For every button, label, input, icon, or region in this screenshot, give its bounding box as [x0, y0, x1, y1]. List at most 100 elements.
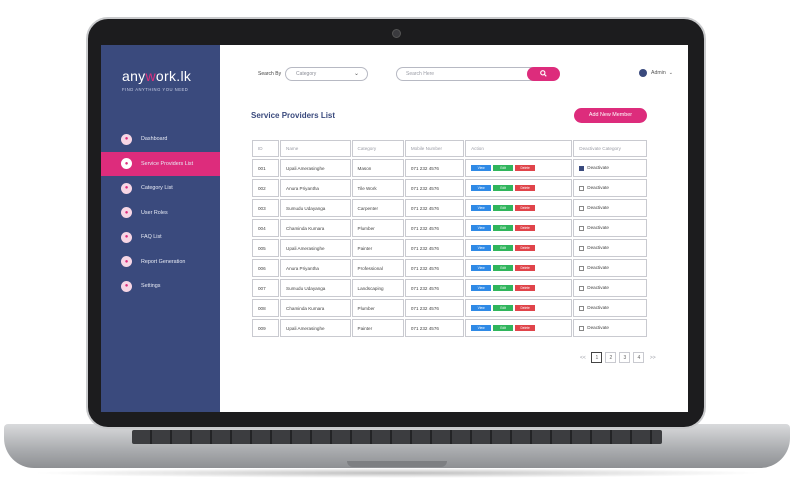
- view-button[interactable]: View: [471, 225, 492, 231]
- delete-button[interactable]: Delete: [515, 285, 536, 291]
- service-providers-icon: ●: [121, 158, 132, 170]
- column-header: Deactivate Category: [573, 140, 647, 157]
- sidebar-item-report-generation[interactable]: ● Report Generation: [101, 250, 220, 275]
- deactivate-checkbox[interactable]: [579, 325, 585, 331]
- topbar: Search By Category ⌄ Search Here Admin ⌄: [220, 45, 688, 103]
- cell-id: 004: [252, 219, 280, 237]
- edit-button[interactable]: Edit: [493, 185, 514, 191]
- cell-id: 003: [252, 199, 280, 217]
- deactivate-checkbox[interactable]: [579, 305, 585, 311]
- table-row: 004 Chaminda Kumara Plumber 071 232 4576 Vie…: [252, 219, 647, 237]
- column-header: Name: [280, 140, 351, 157]
- deactivate-label: Deactivate: [587, 225, 609, 231]
- add-new-member-button[interactable]: Add New Member: [574, 108, 647, 123]
- user-menu[interactable]: Admin ⌄: [639, 69, 673, 77]
- sidebar-nav: ● Dashboard ● Service Providers List ● Catego…: [101, 127, 220, 299]
- cell-deactivate: Deactivate: [573, 199, 647, 217]
- deactivate-label: Deactivate: [587, 165, 609, 171]
- deactivate-checkbox[interactable]: [579, 265, 585, 271]
- deactivate-checkbox[interactable]: [579, 205, 585, 211]
- view-button[interactable]: View: [471, 305, 492, 311]
- delete-button[interactable]: Delete: [515, 205, 536, 211]
- delete-button[interactable]: Delete: [515, 225, 536, 231]
- page-number-button[interactable]: 4: [633, 352, 645, 363]
- page-number-button[interactable]: 3: [619, 352, 631, 363]
- cell-mobile: 071 232 4576: [404, 219, 465, 237]
- logo-accent: w: [145, 68, 156, 84]
- cell-name: Upali Amerasinghe: [280, 159, 351, 177]
- settings-icon: ●: [121, 280, 132, 292]
- view-button[interactable]: View: [471, 325, 492, 331]
- cell-actions: View Edit Delete: [465, 299, 573, 317]
- app-logo[interactable]: anywork.lk: [122, 68, 191, 84]
- cell-category: Landscaping: [351, 279, 404, 297]
- cell-name: Sumudu Udayanga: [280, 279, 351, 297]
- cell-id: 001: [252, 159, 280, 177]
- delete-button[interactable]: Delete: [515, 325, 536, 331]
- cell-name: Chaminda Kumara: [280, 299, 351, 317]
- delete-button[interactable]: Delete: [515, 305, 536, 311]
- deactivate-checkbox[interactable]: [579, 185, 585, 191]
- page-number-button[interactable]: 1: [591, 352, 603, 363]
- cell-id: 005: [252, 239, 280, 257]
- view-button[interactable]: View: [471, 285, 492, 291]
- deactivate-checkbox[interactable]: [579, 285, 585, 291]
- sidebar-item-user-roles[interactable]: ● User Roles: [101, 201, 220, 226]
- cell-id: 007: [252, 279, 280, 297]
- edit-button[interactable]: Edit: [493, 325, 514, 331]
- sidebar-item-category-list[interactable]: ● Category List: [101, 176, 220, 201]
- sidebar-item-faq-list[interactable]: ● FAQ List: [101, 225, 220, 250]
- delete-button[interactable]: Delete: [515, 245, 536, 251]
- sidebar-item-service-providers-list[interactable]: ● Service Providers List: [101, 151, 220, 176]
- view-button[interactable]: View: [471, 265, 492, 271]
- edit-button[interactable]: Edit: [493, 265, 514, 271]
- table-row: 001 Upali Amerasinghe Mason 071 232 4576 Vie…: [252, 159, 647, 177]
- cell-category: Painter: [351, 319, 404, 337]
- category-icon: ●: [121, 182, 132, 194]
- deactivate-checkbox[interactable]: [579, 245, 585, 251]
- column-header: Category: [351, 140, 404, 157]
- providers-table: ID Name Category Mobile Number Action Deactiv…: [251, 138, 648, 339]
- cell-category: Plumber: [351, 219, 404, 237]
- cell-actions: View Edit Delete: [465, 199, 573, 217]
- cell-actions: View Edit Delete: [465, 239, 573, 257]
- edit-button[interactable]: Edit: [493, 165, 514, 171]
- view-button[interactable]: View: [471, 185, 492, 191]
- edit-button[interactable]: Edit: [493, 285, 514, 291]
- deactivate-checkbox[interactable]: [579, 165, 585, 171]
- cell-name: Anura Priyantha: [280, 259, 351, 277]
- search-icon: [540, 69, 547, 77]
- category-select[interactable]: Category ⌄: [285, 67, 368, 81]
- cell-name: Anura Priyantha: [280, 179, 351, 197]
- table-row: 006 Anura Priyantha Professional 071 232 45…: [252, 259, 647, 277]
- cell-mobile: 071 232 4576: [404, 259, 465, 277]
- sidebar-item-dashboard[interactable]: ● Dashboard: [101, 127, 220, 152]
- prev-page-button[interactable]: <<: [580, 355, 586, 361]
- next-page-button[interactable]: >>: [650, 355, 656, 361]
- page-number-button[interactable]: 2: [605, 352, 617, 363]
- view-button[interactable]: View: [471, 245, 492, 251]
- edit-button[interactable]: Edit: [493, 205, 514, 211]
- table-row: 005 Upali Amerasinghe Painter 071 232 4576 V…: [252, 239, 647, 257]
- category-select-value: Category: [296, 71, 317, 77]
- table-row: 009 Upali Amerasinghe Painter 071 232 4576 V…: [252, 319, 647, 337]
- delete-button[interactable]: Delete: [515, 185, 536, 191]
- view-button[interactable]: View: [471, 205, 492, 211]
- deactivate-checkbox[interactable]: [579, 225, 585, 231]
- view-button[interactable]: View: [471, 165, 492, 171]
- cell-mobile: 071 232 4576: [404, 199, 465, 217]
- logo-part: ork.lk: [155, 68, 192, 84]
- cell-deactivate: Deactivate: [573, 159, 647, 177]
- report-icon: ●: [121, 256, 132, 268]
- search-button[interactable]: [527, 67, 560, 81]
- edit-button[interactable]: Edit: [493, 245, 514, 251]
- delete-button[interactable]: Delete: [515, 165, 536, 171]
- delete-button[interactable]: Delete: [515, 265, 536, 271]
- column-header: Mobile Number: [404, 140, 465, 157]
- cell-name: Upali Amerasinghe: [280, 239, 351, 257]
- cell-actions: View Edit Delete: [465, 259, 573, 277]
- cell-deactivate: Deactivate: [573, 239, 647, 257]
- edit-button[interactable]: Edit: [493, 225, 514, 231]
- edit-button[interactable]: Edit: [493, 305, 514, 311]
- sidebar-item-settings[interactable]: ● Settings: [101, 274, 220, 299]
